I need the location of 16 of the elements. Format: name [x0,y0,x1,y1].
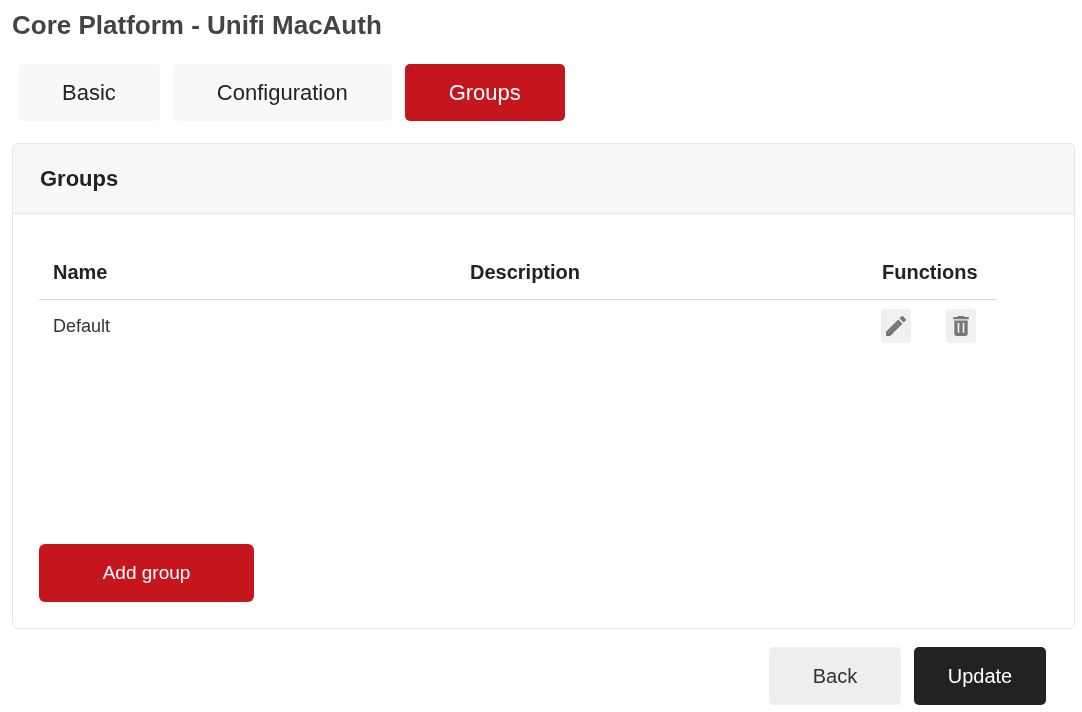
add-group-button[interactable]: Add group [39,544,254,602]
column-header: Description [456,245,868,300]
back-button[interactable]: Back [769,647,901,705]
tab[interactable]: Groups [404,64,565,121]
edit-button[interactable] [881,309,911,343]
table-cell: Default [39,299,456,352]
trash-icon [951,316,971,336]
delete-button[interactable] [946,309,976,343]
tab[interactable]: Basic [18,64,160,121]
tab[interactable]: Configuration [172,64,392,121]
column-header: Functions [868,245,997,300]
page-title: Core Platform - Unifi MacAuth [12,9,382,42]
pencil-icon [886,316,906,336]
update-button[interactable]: Update [914,647,1046,705]
panel-title: Groups [40,165,119,192]
column-header: Name [39,245,456,300]
